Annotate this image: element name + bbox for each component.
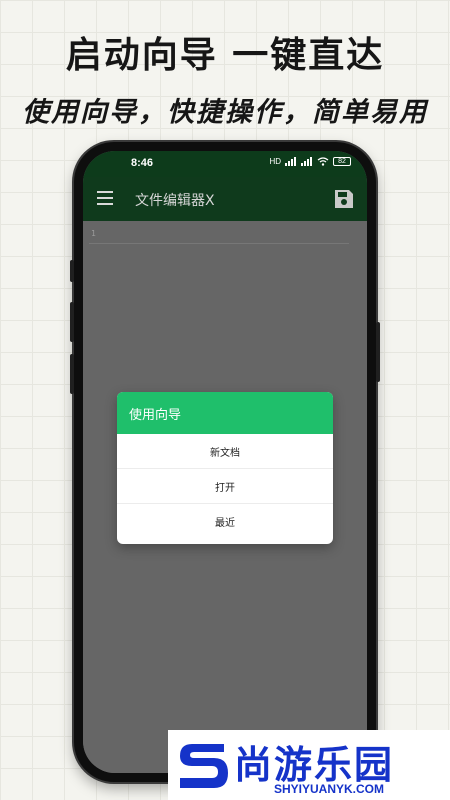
dialog-title: 使用向导 (117, 392, 333, 434)
phone-side-button (376, 322, 380, 382)
watermark-name: 尚游乐园 (234, 743, 395, 787)
phone-frame: 8:46 HD 82 文件编辑器X 1 使用向导 新文档 打开 最近 (70, 142, 380, 782)
signal-icon (301, 157, 313, 166)
phone-side-button (70, 354, 74, 394)
battery-icon: 82 (333, 157, 351, 166)
phone-screen: 8:46 HD 82 文件编辑器X 1 使用向导 新文档 打开 最近 (83, 151, 367, 773)
site-watermark: 尚游乐园 SHYIYUANYK.COM (168, 730, 450, 800)
wizard-dialog: 使用向导 新文档 打开 最近 (117, 392, 333, 544)
line-number: 1 (91, 229, 96, 238)
watermark-url: SHYIYUANYK.COM (274, 782, 385, 796)
dialog-item-open[interactable]: 打开 (117, 469, 333, 504)
signal-icon (285, 157, 297, 166)
network-type-label: HD (269, 157, 281, 166)
wifi-icon (317, 157, 329, 166)
site-logo-icon (180, 744, 228, 788)
floppy-save-icon[interactable] (333, 188, 355, 210)
phone-side-button (70, 260, 74, 282)
app-toolbar: 文件编辑器X (83, 177, 367, 221)
status-bar: 8:46 HD 82 (83, 151, 367, 177)
phone-side-button (70, 302, 74, 342)
toolbar-title: 文件编辑器X (135, 193, 215, 209)
status-icons: HD 82 (269, 157, 351, 166)
current-line-rule (89, 243, 349, 244)
hamburger-menu-icon[interactable] (97, 191, 113, 205)
dialog-item-new-document[interactable]: 新文档 (117, 434, 333, 469)
promo-headline: 启动向导 一键直达 (65, 35, 385, 76)
promo-subline: 使用向导，快捷操作，简单易用 (22, 97, 428, 128)
dialog-item-recent[interactable]: 最近 (117, 504, 333, 539)
status-time: 8:46 (131, 157, 154, 169)
